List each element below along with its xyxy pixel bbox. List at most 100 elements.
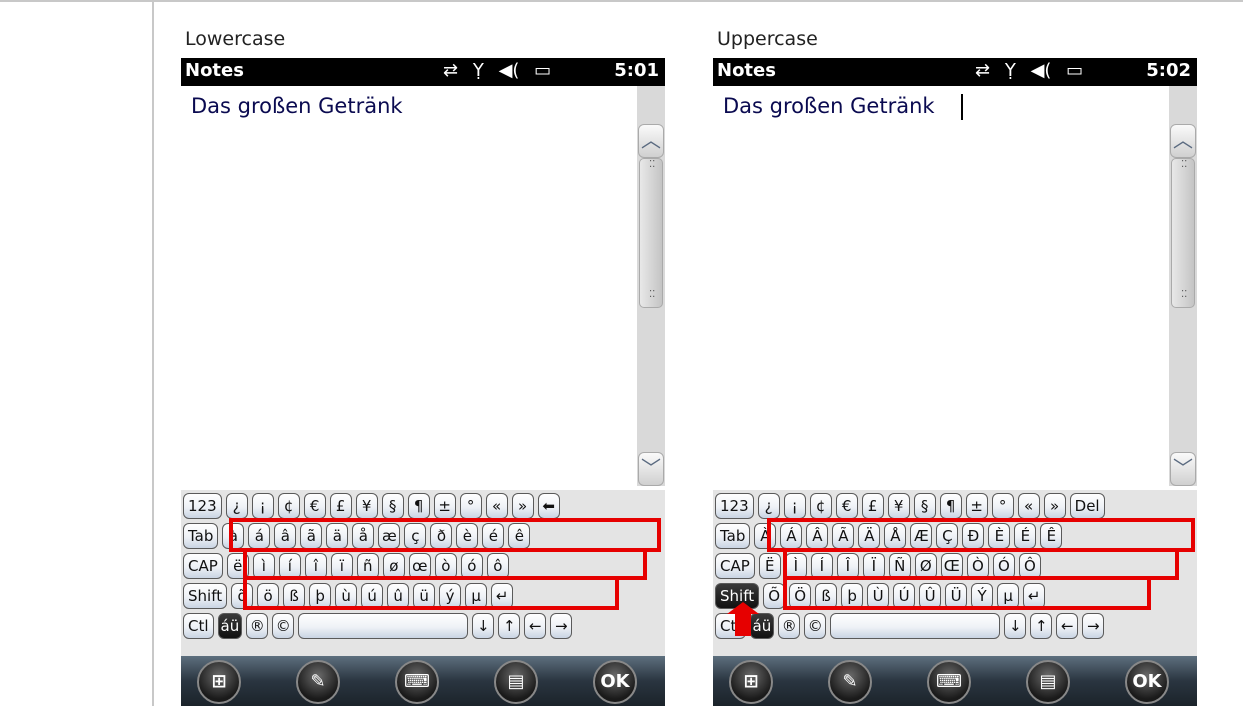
key[interactable]: ¶ — [939, 493, 962, 519]
key[interactable]: Tab — [715, 523, 751, 549]
connectivity-icon[interactable]: ⇄ — [975, 60, 990, 81]
key[interactable]: Ø — [914, 553, 937, 579]
keyboard-button[interactable]: ⌨ — [395, 660, 439, 704]
key[interactable]: ä — [326, 523, 349, 549]
new-note-button[interactable]: ✎ — [828, 660, 872, 704]
key[interactable]: á — [248, 523, 271, 549]
key[interactable]: » — [511, 493, 534, 519]
key[interactable]: ¡ — [783, 493, 806, 519]
key[interactable]: « — [485, 493, 508, 519]
key[interactable]: ¿ — [225, 493, 248, 519]
key[interactable]: Î — [836, 553, 859, 579]
key[interactable]: ñ — [356, 553, 379, 579]
key[interactable]: Ó — [992, 553, 1015, 579]
key[interactable]: ¢ — [809, 493, 832, 519]
key[interactable]: € — [835, 493, 858, 519]
note-text-area[interactable]: Das großen Getränk — [181, 86, 637, 486]
key[interactable]: ← — [524, 613, 547, 639]
key[interactable]: £ — [861, 493, 884, 519]
key[interactable]: CAP — [183, 553, 223, 579]
key[interactable]: É — [1014, 523, 1037, 549]
key[interactable]: ý — [439, 583, 462, 609]
scroll-down-button[interactable]: ﹀ — [1170, 452, 1196, 486]
clock[interactable]: 5:02 — [1146, 60, 1191, 81]
key[interactable]: Û — [919, 583, 942, 609]
key[interactable]: Ä — [858, 523, 881, 549]
key[interactable]: Shift — [183, 583, 228, 609]
key[interactable]: Æ — [910, 523, 933, 549]
key[interactable]: Ð — [962, 523, 985, 549]
key[interactable]: í — [278, 553, 301, 579]
key[interactable]: ã — [300, 523, 323, 549]
key[interactable]: ì — [252, 553, 275, 579]
key[interactable]: ¥ — [887, 493, 910, 519]
key[interactable]: © — [272, 613, 295, 639]
key[interactable]: Ã — [832, 523, 855, 549]
key[interactable]: Â — [806, 523, 829, 549]
key[interactable]: § — [381, 493, 404, 519]
key[interactable]: ↓ — [1004, 613, 1027, 639]
key[interactable]: Ê — [1040, 523, 1063, 549]
key[interactable]: À — [754, 523, 777, 549]
start-button[interactable]: ⊞ — [729, 660, 773, 704]
key[interactable]: ° — [459, 493, 482, 519]
key[interactable]: → — [1082, 613, 1105, 639]
key[interactable]: Tab — [183, 523, 219, 549]
volume-icon[interactable]: ◀( — [499, 60, 520, 81]
keyboard-button[interactable]: ⌨ — [927, 660, 971, 704]
key[interactable]: 123 — [183, 493, 222, 519]
key[interactable]: © — [804, 613, 827, 639]
key[interactable]: § — [913, 493, 936, 519]
key[interactable]: ß — [283, 583, 306, 609]
key[interactable]: ↵ — [491, 583, 514, 609]
key[interactable]: Å — [884, 523, 907, 549]
key[interactable]: î — [304, 553, 327, 579]
clock[interactable]: 5:01 — [614, 60, 659, 81]
key[interactable]: ð — [430, 523, 453, 549]
key[interactable]: « — [1017, 493, 1040, 519]
key[interactable]: ê — [508, 523, 531, 549]
key[interactable]: Í — [810, 553, 833, 579]
key[interactable]: Ú — [893, 583, 916, 609]
key[interactable]: õ — [231, 583, 254, 609]
key[interactable]: £ — [329, 493, 352, 519]
key[interactable]: Ç — [936, 523, 959, 549]
key[interactable]: ö — [257, 583, 280, 609]
key[interactable]: ß — [815, 583, 838, 609]
key[interactable]: ¡ — [251, 493, 274, 519]
note-text-area[interactable]: Das großen Getränk — [713, 86, 1169, 486]
key[interactable]: Ctl — [183, 613, 214, 639]
menu-button[interactable]: ▤ — [494, 660, 538, 704]
scroll-thumb[interactable]: ⁚⁚ ⁚⁚ — [1171, 158, 1195, 308]
key[interactable]: þ — [841, 583, 864, 609]
new-note-button[interactable]: ✎ — [296, 660, 340, 704]
key[interactable]: ¥ — [355, 493, 378, 519]
start-button[interactable]: ⊞ — [197, 660, 241, 704]
key[interactable]: € — [303, 493, 326, 519]
key[interactable]: áü — [749, 613, 775, 639]
key[interactable]: Ü — [945, 583, 968, 609]
battery-icon[interactable]: ▭ — [534, 60, 551, 81]
space-key[interactable] — [298, 613, 469, 639]
space-key[interactable] — [830, 613, 1001, 639]
key[interactable]: Á — [780, 523, 803, 549]
key[interactable]: » — [1043, 493, 1066, 519]
scroll-up-button[interactable]: ︿ — [1170, 124, 1196, 158]
volume-icon[interactable]: ◀( — [1031, 60, 1052, 81]
key[interactable]: å — [352, 523, 375, 549]
key[interactable]: ↓ — [472, 613, 495, 639]
menu-button[interactable]: ▤ — [1026, 660, 1070, 704]
key[interactable]: ± — [965, 493, 988, 519]
signal-off-icon[interactable]: Ỵ — [473, 60, 484, 81]
key[interactable]: Ý — [971, 583, 994, 609]
key[interactable]: ↵ — [1023, 583, 1046, 609]
key[interactable]: ← — [1056, 613, 1079, 639]
key[interactable]: µ — [997, 583, 1020, 609]
key[interactable]: ç — [404, 523, 427, 549]
key[interactable]: µ — [465, 583, 488, 609]
key[interactable]: Ô — [1018, 553, 1041, 579]
scroll-up-button[interactable]: ︿ — [638, 124, 664, 158]
key[interactable]: È — [988, 523, 1011, 549]
signal-off-icon[interactable]: Ỵ — [1005, 60, 1016, 81]
key[interactable]: ¢ — [277, 493, 300, 519]
